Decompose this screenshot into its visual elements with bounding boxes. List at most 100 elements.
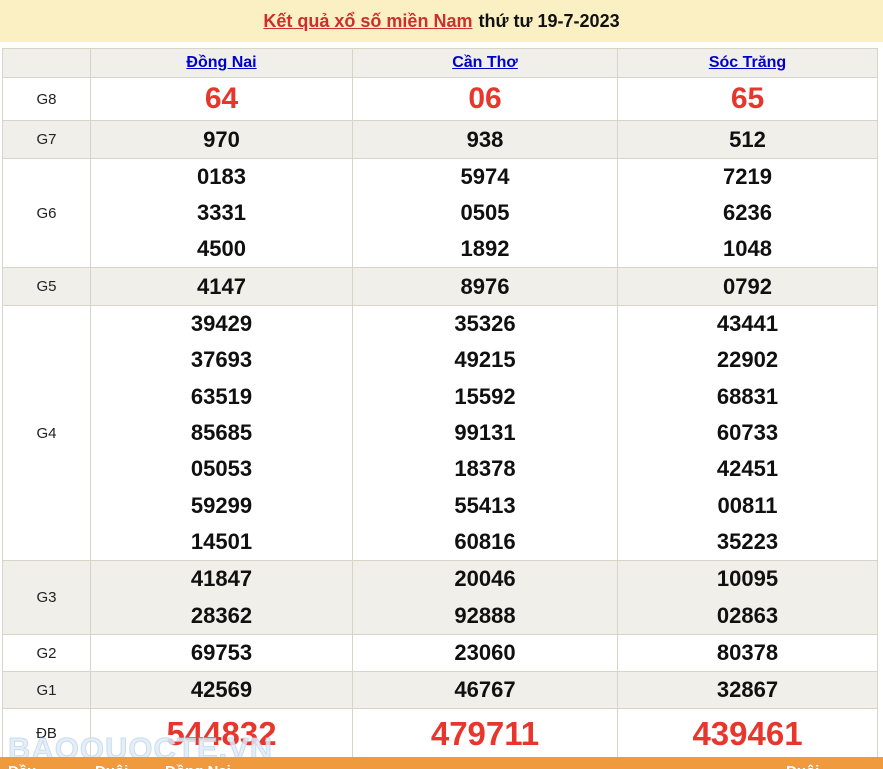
result-cell: 4147 xyxy=(91,268,353,305)
result-number: 43441 xyxy=(618,306,877,342)
result-number: 3331 xyxy=(91,195,352,231)
prize-label: G5 xyxy=(3,268,91,305)
result-number: 37693 xyxy=(91,342,352,378)
header-cell-can-tho: Cần Thơ xyxy=(353,49,618,77)
result-number: 4147 xyxy=(91,268,352,305)
result-number: 63519 xyxy=(91,379,352,415)
result-number: 99131 xyxy=(353,415,617,451)
result-number: 938 xyxy=(353,121,617,158)
prize-label: G1 xyxy=(3,672,91,708)
result-cell: 597405051892 xyxy=(353,159,618,267)
result-cell: 439461 xyxy=(618,709,877,757)
table-body: G8640665G7970938512G60183333145005974050… xyxy=(3,78,877,757)
result-cell: 0792 xyxy=(618,268,877,305)
prize-row-g1: G1425694676732867 xyxy=(3,672,877,709)
result-number: 7219 xyxy=(618,159,877,195)
result-number: 49215 xyxy=(353,342,617,378)
prize-row-g7: G7970938512 xyxy=(3,121,877,159)
result-cell: 2004692888 xyxy=(353,561,618,634)
result-number: 18378 xyxy=(353,451,617,487)
result-number: 85685 xyxy=(91,415,352,451)
header-cell-soc-trang: Sóc Trăng xyxy=(618,49,877,77)
result-cell: 4184728362 xyxy=(91,561,353,634)
result-number: 1892 xyxy=(353,231,617,267)
result-number: 60816 xyxy=(353,524,617,560)
result-number: 20046 xyxy=(353,561,617,598)
prize-label: G6 xyxy=(3,159,91,267)
prize-label-text: G2 xyxy=(36,645,56,662)
result-number: 10095 xyxy=(618,561,877,598)
result-cell: 512 xyxy=(618,121,877,158)
prize-label-text: G6 xyxy=(36,205,56,222)
result-number: 479711 xyxy=(353,709,617,757)
result-number: 15592 xyxy=(353,379,617,415)
result-number: 06 xyxy=(353,78,617,120)
result-cell: 43441229026883160733424510081135223 xyxy=(618,306,877,560)
province-link-dong-nai[interactable]: Đồng Nai xyxy=(186,54,256,72)
result-cell: 06 xyxy=(353,78,618,120)
result-number: 69753 xyxy=(91,635,352,671)
result-number: 60733 xyxy=(618,415,877,451)
lottery-results-page: Kết quả xổ số miền Nam thứ tư 19-7-2023 … xyxy=(0,0,883,769)
prize-row-g6: G6 018333314500597405051892721962361048 xyxy=(3,159,877,268)
result-number: 32867 xyxy=(618,672,877,708)
province-link-soc-trang[interactable]: Sóc Trăng xyxy=(709,54,786,72)
results-table: Đồng Nai Cần Thơ Sóc Trăng G8640665G7970… xyxy=(2,48,878,758)
result-number: 28362 xyxy=(91,598,352,635)
result-number: 05053 xyxy=(91,451,352,487)
result-cell: 721962361048 xyxy=(618,159,877,267)
result-number: 59299 xyxy=(91,487,352,523)
result-number: 0183 xyxy=(91,159,352,195)
prize-label-text: ĐB xyxy=(36,725,57,742)
result-cell: 64 xyxy=(91,78,353,120)
result-number: 41847 xyxy=(91,561,352,598)
header-empty-cell xyxy=(3,49,91,77)
result-number: 55413 xyxy=(353,487,617,523)
result-number: 439461 xyxy=(618,709,877,757)
result-cell: 35326492151559299131183785541360816 xyxy=(353,306,618,560)
result-number: 512 xyxy=(618,121,877,158)
title-link[interactable]: Kết quả xổ số miền Nam xyxy=(263,11,472,32)
result-number: 92888 xyxy=(353,598,617,635)
result-cell: 479711 xyxy=(353,709,618,757)
result-number: 02863 xyxy=(618,598,877,635)
result-number: 8976 xyxy=(353,268,617,305)
result-cell: 018333314500 xyxy=(91,159,353,267)
result-number: 35326 xyxy=(353,306,617,342)
result-number: 39429 xyxy=(91,306,352,342)
result-number: 00811 xyxy=(618,487,877,523)
result-cell: 32867 xyxy=(618,672,877,708)
result-number: 0505 xyxy=(353,195,617,231)
province-link-can-tho[interactable]: Cần Thơ xyxy=(452,54,518,72)
prize-label-text: G3 xyxy=(36,589,56,606)
title-date: thứ tư 19-7-2023 xyxy=(478,11,619,32)
result-number: 970 xyxy=(91,121,352,158)
prize-row-g5: G5 414789760792 xyxy=(3,268,877,306)
result-cell: 23060 xyxy=(353,635,618,671)
result-cell: 46767 xyxy=(353,672,618,708)
prize-row-g8: G8640665 xyxy=(3,78,877,121)
result-cell: 938 xyxy=(353,121,618,158)
page-title: Kết quả xổ số miền Nam thứ tư 19-7-2023 xyxy=(0,0,883,42)
result-number: 1048 xyxy=(618,231,877,267)
result-number: 544832 xyxy=(91,709,352,757)
result-number: 46767 xyxy=(353,672,617,708)
result-number: 64 xyxy=(91,78,352,120)
footer-text-fragment: Đuôi xyxy=(786,763,819,769)
result-number: 80378 xyxy=(618,635,877,671)
result-number: 4500 xyxy=(91,231,352,267)
table-header-row: Đồng Nai Cần Thơ Sóc Trăng xyxy=(3,49,877,78)
result-cell: 80378 xyxy=(618,635,877,671)
prize-label-text: G8 xyxy=(36,91,56,108)
result-number: 42569 xyxy=(91,672,352,708)
result-number: 0792 xyxy=(618,268,877,305)
result-cell: 69753 xyxy=(91,635,353,671)
result-number: 5974 xyxy=(353,159,617,195)
result-number: 6236 xyxy=(618,195,877,231)
footer-text-fragment: Đầu xyxy=(8,763,36,769)
prize-label-text: G5 xyxy=(36,278,56,295)
result-number: 14501 xyxy=(91,524,352,560)
prize-label-text: G4 xyxy=(36,425,56,442)
prize-row-g2: G2 697532306080378 xyxy=(3,635,877,672)
next-section-header-bar: ĐầuĐuôiĐồng NaiĐuôi xyxy=(0,757,883,769)
